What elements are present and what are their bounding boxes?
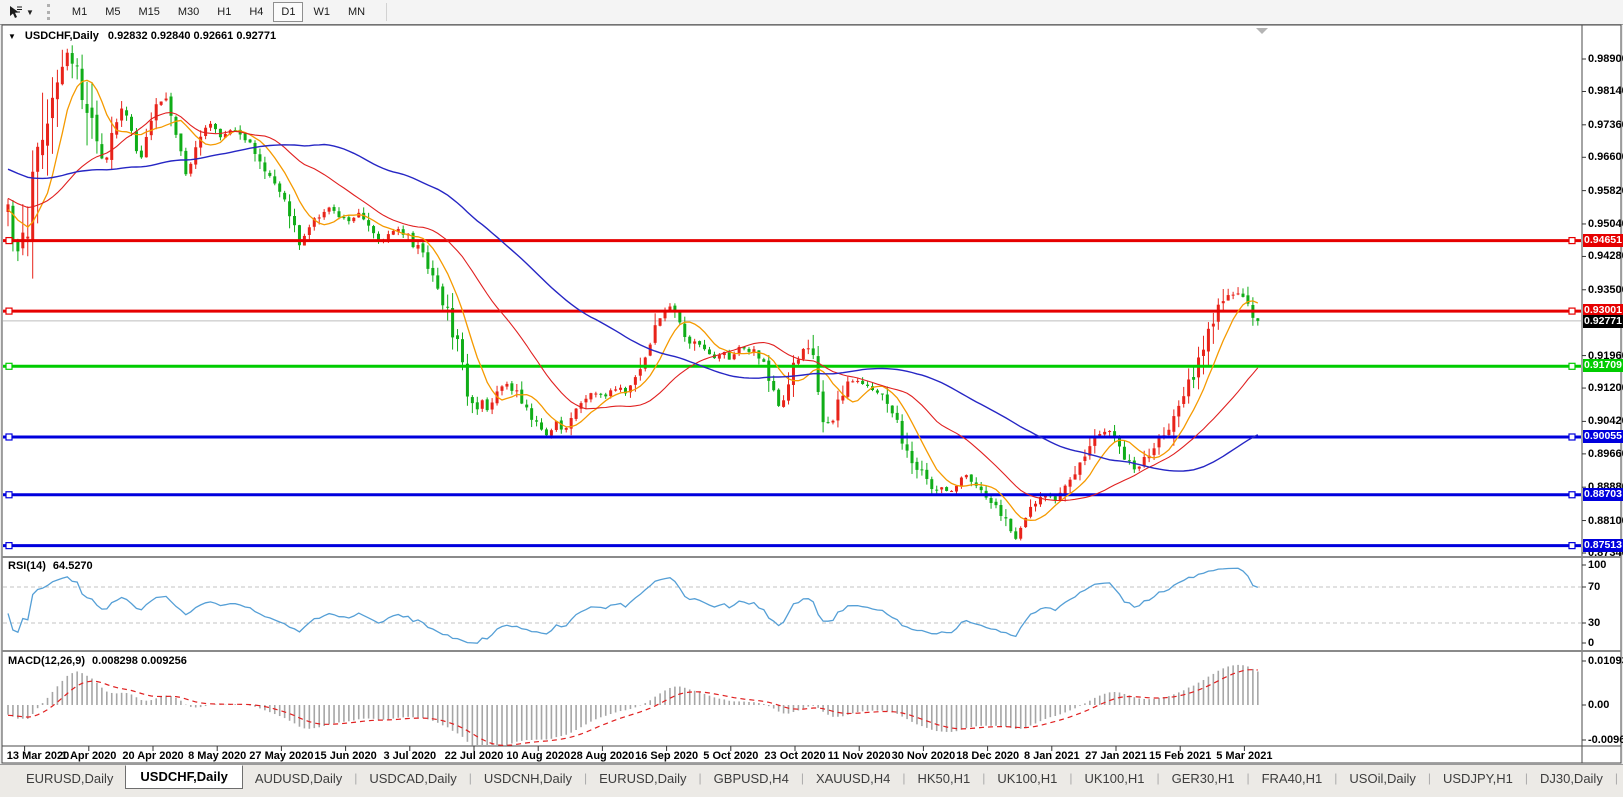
- price-axis-tick: 0.88100: [1588, 514, 1623, 527]
- rsi-axis-tick: 70: [1588, 581, 1601, 593]
- chart-tab-xauusd-h4[interactable]: XAUUSD,H4: [804, 768, 902, 789]
- chart-tab-usdcnh-daily[interactable]: USDCNH,Daily: [472, 768, 584, 789]
- chart-tab-eurusd-daily[interactable]: EURUSD,Daily: [14, 768, 125, 789]
- price-axis-tick: 0.93500: [1588, 283, 1623, 296]
- rsi-value: 64.5270: [52, 560, 93, 572]
- macd-indicator-label: MACD(12,26,9) 0.008298 0.009256: [8, 655, 187, 667]
- level-price-label: 0.88703: [1583, 487, 1623, 501]
- date-axis-label: 18 Dec 2020: [956, 750, 1020, 762]
- current-price-label: 0.92771: [1583, 314, 1623, 328]
- chart-ohlc-values: 0.92832 0.92840 0.92661 0.92771: [107, 30, 277, 42]
- chart-tab-uk100-h1[interactable]: UK100,H1: [1072, 768, 1156, 789]
- timeframe-button-w1[interactable]: W1: [305, 2, 338, 22]
- chart-tab-usdjpy-h1[interactable]: USDJPY,H1: [1431, 768, 1525, 789]
- chevron-down-icon: ▼: [26, 7, 34, 17]
- chart-title: ▼ USDCHF,Daily 0.92832 0.92840 0.92661 0…: [8, 30, 276, 42]
- price-axis-tick: 0.94280: [1588, 250, 1623, 263]
- date-axis-label: 20 Apr 2020: [122, 750, 184, 762]
- chart-canvas: [1, 24, 1622, 764]
- chart-tab-ger30-h1[interactable]: GER30,H1: [1160, 768, 1247, 789]
- toolbar: ▼ M1 M5 M15 M30 H1 H4 D1 W1 MN: [0, 0, 1623, 25]
- price-axis-tick: 0.95820: [1588, 184, 1623, 197]
- toolbar-separator: [386, 3, 388, 21]
- price-axis-tick: 0.98140: [1588, 85, 1623, 98]
- price-axis-tick: 0.91960: [1588, 349, 1623, 362]
- date-axis-label: 8 May 2020: [188, 750, 247, 762]
- level-price-label: 0.93001: [1583, 304, 1623, 318]
- chart-axis-labels: 0.98900 0.98140 0.97360 0.96600 0.95820 0.950…: [0, 0, 1623, 797]
- date-axis-label: 10 Aug 2020: [506, 750, 571, 762]
- timeframe-button-h4[interactable]: H4: [241, 2, 271, 22]
- chart-tab-uk100-h1[interactable]: UK100,H1: [985, 768, 1069, 789]
- macd-name: MACD(12,26,9): [8, 655, 86, 667]
- mt4-window: ▼ M1M5M15M30H1H4D1W1MN 0.98900 0.98140 0.9…: [0, 0, 1623, 797]
- price-axis-tick: 0.90420: [1588, 415, 1623, 428]
- price-axis-tick: 0.89660: [1588, 447, 1623, 460]
- date-axis-label: 28 Aug 2020: [570, 750, 635, 762]
- chart-tab-usdcad-daily[interactable]: USDCAD,Daily: [357, 768, 468, 789]
- date-axis-label: 27 May 2020: [249, 750, 314, 762]
- date-axis-label: 13 Mar 2020: [6, 750, 70, 762]
- date-axis-label: 11 Nov 2020: [827, 750, 891, 762]
- price-axis-tick: 0.88880: [1588, 481, 1623, 494]
- macd-axis-tick: -0.00965: [1588, 734, 1623, 746]
- macd-axis-tick: 0.010933: [1588, 654, 1623, 667]
- date-axis-label: 8 Jan 2021: [1023, 750, 1080, 762]
- chart-tab-hk50-h1[interactable]: HK50,H1: [905, 768, 982, 789]
- chart-tab-dj30-daily[interactable]: DJ30,Daily: [1528, 768, 1615, 789]
- price-axis-tick: 0.98900: [1588, 53, 1623, 65]
- chart-tab-audusd-daily[interactable]: AUDUSD,Daily: [243, 768, 354, 789]
- rsi-axis-tick: 0: [1588, 637, 1595, 649]
- level-price-label: 0.91709: [1583, 359, 1623, 373]
- timeframe-button-m30[interactable]: M30: [170, 2, 207, 22]
- chart-window: 0.98900 0.98140 0.97360 0.96600 0.95820 0.950…: [0, 0, 1623, 797]
- chart-symbol-label: USDCHF,Daily: [24, 30, 99, 42]
- quick-nav-icon[interactable]: ▼: [8, 32, 16, 41]
- timeframe-button-m15[interactable]: M15: [130, 2, 167, 22]
- chart-tab-gbpusd-h4[interactable]: GBPUSD,H4: [702, 768, 801, 789]
- timeframe-button-m1[interactable]: M1: [64, 2, 95, 22]
- cursor-arrow-icon: [10, 5, 22, 18]
- chart-tab-fra40-h1[interactable]: FRA40,H1: [1250, 768, 1335, 789]
- level-price-label: 0.90055: [1583, 429, 1623, 443]
- chart-cursor-icon[interactable]: ▼: [5, 2, 37, 22]
- chart-tab-eurusd-daily[interactable]: EURUSD,Daily: [587, 768, 698, 789]
- price-axis-tick: 0.91200: [1588, 382, 1623, 395]
- price-axis-tick: 0.87340: [1588, 547, 1623, 560]
- timeframe-buttons: M1 M5 M15 M30 H1 H4 D1 W1 MN: [63, 0, 374, 24]
- bottom-strip: [0, 791, 1623, 797]
- date-axis-label: 16 Sep 2020: [635, 750, 699, 762]
- level-price-label: 0.94651: [1583, 233, 1623, 247]
- date-axis-label: 15 Feb 2021: [1149, 750, 1212, 762]
- date-axis-label: 5 Mar 2021: [1216, 750, 1273, 762]
- level-price-label: 0.87513: [1583, 538, 1623, 552]
- timeframe-button-d1[interactable]: D1: [273, 2, 304, 22]
- price-axis-tick: 0.95040: [1588, 217, 1623, 230]
- macd-axis-tick: 0.00: [1588, 699, 1610, 711]
- price-axis-tick: 0.97360: [1588, 118, 1623, 131]
- chart-tab-usdchf-daily[interactable]: USDCHF,Daily: [125, 765, 243, 789]
- date-axis-label: 15 Jun 2020: [314, 750, 377, 762]
- price-axis-tick: 0.96600: [1588, 151, 1623, 164]
- rsi-name: RSI(14): [8, 560, 46, 572]
- date-axis-label: 30 Nov 2020: [891, 750, 956, 762]
- date-axis-label: 27 Jan 2021: [1085, 750, 1147, 762]
- date-axis-label: 3 Jul 2020: [383, 750, 437, 762]
- rsi-axis-tick: 100: [1588, 559, 1607, 571]
- chart-tab-usoil-daily[interactable]: USOil,Daily: [1337, 768, 1427, 789]
- date-axis-label: 5 Oct 2020: [703, 750, 759, 762]
- chart-tab-china300-h1[interactable]: CHINA300,H1: [1618, 768, 1623, 789]
- rsi-indicator-label: RSI(14) 64.5270: [8, 560, 93, 572]
- toolbar-grip[interactable]: [46, 4, 55, 20]
- date-axis-label: 1 Apr 2020: [61, 750, 117, 762]
- timeframe-button-mn[interactable]: MN: [340, 2, 373, 22]
- macd-values: 0.008298 0.009256: [92, 655, 187, 667]
- timeframe-button-h1[interactable]: H1: [209, 2, 239, 22]
- date-axis-label: 23 Oct 2020: [764, 750, 826, 762]
- timeframe-button-m5[interactable]: M5: [97, 2, 128, 22]
- rsi-axis-tick: 30: [1588, 617, 1601, 629]
- chart-tab-bar: EURUSD,Daily USDCHF,Daily AUDUSD,Daily | USD…: [0, 764, 1623, 791]
- date-axis-label: 22 Jul 2020: [444, 750, 504, 762]
